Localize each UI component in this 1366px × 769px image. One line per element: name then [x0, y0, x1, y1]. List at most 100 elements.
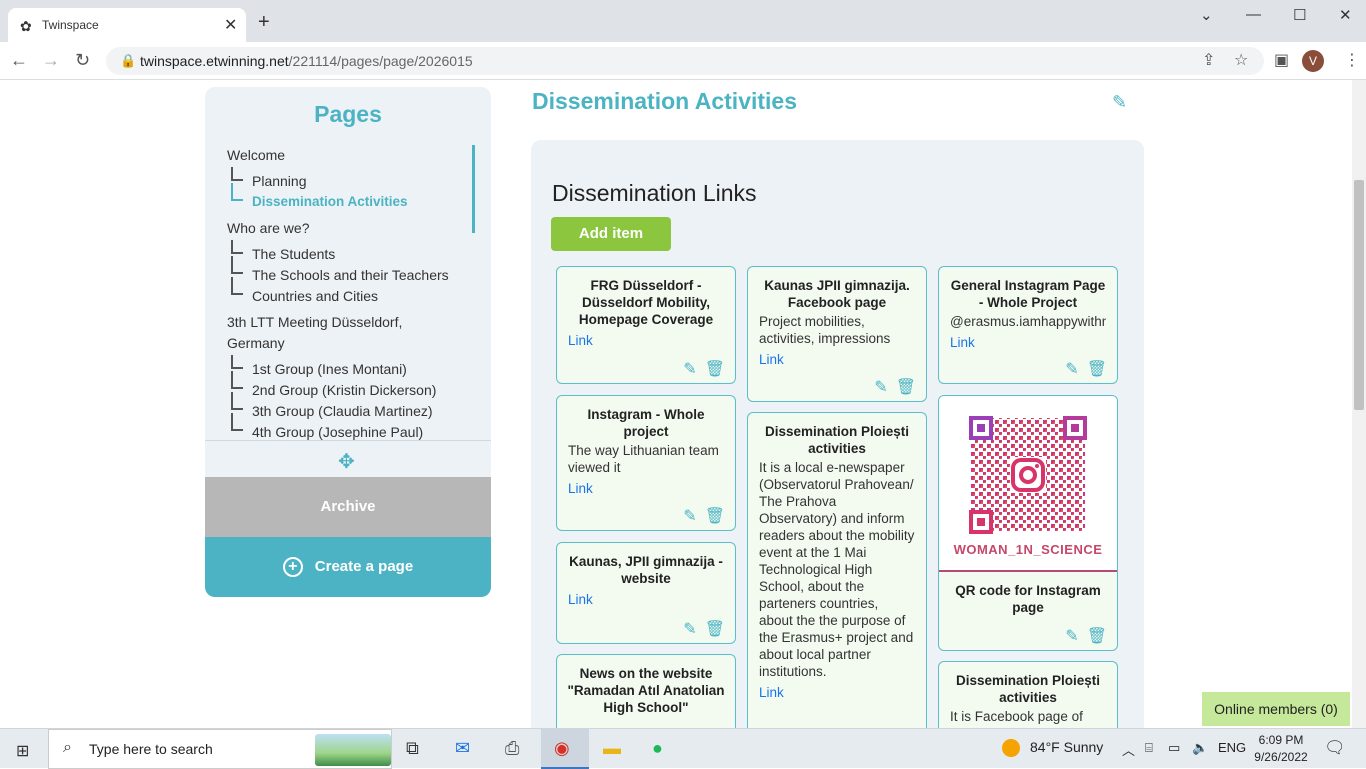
profile-avatar[interactable]: V: [1302, 50, 1324, 72]
link-card: Dissemination Ploiești activities It is …: [938, 661, 1118, 728]
tree-item[interactable]: 2nd Group (Kristin Dickerson): [252, 382, 436, 398]
tree-item[interactable]: Countries and Cities: [252, 288, 378, 304]
tree-item[interactable]: The Schools and their Teachers: [252, 267, 449, 283]
search-icon: ⌕: [63, 739, 72, 756]
battery-icon[interactable]: ▭: [1168, 740, 1180, 756]
card-title: Kaunas, JPII gimnazija - website: [569, 554, 723, 586]
taskbar-search-box[interactable]: ⌕ Type here to search: [48, 729, 392, 769]
volume-icon[interactable]: 🔈: [1192, 740, 1208, 756]
bookmark-star-icon[interactable]: ☆: [1234, 50, 1248, 70]
card-link[interactable]: Link: [950, 334, 1106, 351]
add-item-button[interactable]: Add item: [551, 217, 671, 251]
input-language[interactable]: ENG: [1218, 740, 1246, 755]
trash-icon[interactable]: 🗑: [705, 621, 725, 638]
tree-item[interactable]: 4th Group (Josephine Paul): [252, 424, 423, 440]
create-page-button[interactable]: + Create a page: [205, 537, 491, 597]
card-link[interactable]: Link: [568, 591, 724, 608]
tree-item[interactable]: 3th Group (Claudia Martinez): [252, 403, 433, 419]
edit-pencil-icon[interactable]: ✎: [1065, 361, 1078, 378]
tab-search-chevron-icon[interactable]: ⌄: [1200, 6, 1213, 24]
trash-icon[interactable]: 🗑: [896, 379, 916, 396]
archive-label: Archive: [320, 498, 376, 515]
card-description: It is Facebook page of: [950, 709, 1083, 724]
edit-page-pencil-icon[interactable]: ✎: [1112, 92, 1127, 113]
card-link[interactable]: Link: [759, 684, 915, 701]
file-explorer-icon[interactable]: ▬: [603, 738, 621, 759]
tree-item[interactable]: 3th LTT Meeting Düsseldorf,: [227, 314, 402, 330]
browser-tab[interactable]: ✿ Twinspace ✕: [8, 8, 246, 42]
chrome-icon[interactable]: ◉: [554, 738, 570, 759]
search-highlight-image: [315, 734, 391, 766]
tray-chevron-icon[interactable]: ︿: [1122, 740, 1135, 759]
back-icon[interactable]: ←: [10, 50, 28, 71]
edit-pencil-icon[interactable]: ✎: [874, 379, 887, 396]
maximize-icon[interactable]: ☐: [1293, 6, 1306, 24]
tree-item[interactable]: Germany: [227, 335, 285, 351]
meet-now-icon[interactable]: ⌸: [1145, 740, 1153, 756]
edit-pencil-icon[interactable]: ✎: [683, 361, 696, 378]
tree-item-active[interactable]: Dissemination Activities: [252, 194, 408, 209]
notifications-icon[interactable]: 🗨: [1324, 738, 1346, 758]
online-members-button[interactable]: Online members (0): [1202, 692, 1350, 726]
qr-image-label: WOMAN_1N_SCIENCE: [953, 542, 1103, 557]
weather-widget[interactable]: 84°F Sunny: [1002, 739, 1103, 758]
tree-branch-line: [231, 355, 243, 369]
side-panel-icon[interactable]: ▣: [1274, 50, 1289, 70]
card-description: The way Lithuanian team viewed it: [568, 443, 719, 475]
scrollbar-thumb[interactable]: [1354, 180, 1364, 410]
edit-pencil-icon[interactable]: ✎: [683, 508, 696, 525]
move-arrows-icon[interactable]: ✥: [338, 449, 355, 474]
mail-icon[interactable]: ✉: [455, 738, 470, 759]
printer-app-icon[interactable]: ⎙: [505, 738, 519, 759]
reload-icon[interactable]: ↻: [75, 50, 90, 71]
tree-scroll-indicator[interactable]: [472, 145, 475, 233]
address-bar[interactable]: 🔒 twinspace.etwinning.net/221114/pages/p…: [106, 47, 1264, 75]
tree-item[interactable]: Planning: [252, 173, 307, 189]
link-card: General Instagram Page - Whole Project @…: [938, 266, 1118, 384]
tree-branch-line: [231, 413, 243, 431]
share-icon[interactable]: ⇪: [1202, 50, 1215, 70]
edit-pencil-icon[interactable]: ✎: [1065, 628, 1078, 645]
archive-button[interactable]: Archive: [205, 477, 491, 537]
card-description: It is a local e-newspaper (Observatorul …: [759, 460, 915, 679]
tree-branch-line: [231, 371, 243, 389]
qr-code-image[interactable]: WOMAN_1N_SCIENCE: [939, 396, 1117, 572]
tab-close-icon[interactable]: ✕: [224, 15, 237, 35]
browser-toolbar: ← → ↻ 🔒 twinspace.etwinning.net/221114/p…: [0, 42, 1366, 80]
tab-strip: ✿ Twinspace ✕ + ⌄ — ☐ ✕: [0, 0, 1366, 42]
tree-branch-line: [231, 392, 243, 410]
tree-branch-line: [231, 277, 243, 295]
tree-branch-line: [231, 167, 243, 181]
page-scrollbar[interactable]: [1352, 80, 1366, 728]
spotify-icon[interactable]: ●: [652, 738, 663, 759]
minimize-icon[interactable]: —: [1246, 6, 1261, 23]
menu-kebab-icon[interactable]: ⋮: [1344, 50, 1360, 70]
windows-start-icon[interactable]: ⊞: [16, 741, 29, 761]
close-window-icon[interactable]: ✕: [1339, 6, 1352, 24]
trash-icon[interactable]: 🗑: [1087, 628, 1107, 645]
trash-icon[interactable]: 🗑: [705, 361, 725, 378]
card-actions: ✎ 🗑: [675, 506, 725, 526]
card-title: General Instagram Page - Whole Project: [950, 278, 1106, 310]
task-view-icon[interactable]: ⧉: [406, 738, 419, 759]
edit-pencil-icon[interactable]: ✎: [683, 621, 696, 638]
sidebar-title: Pages: [314, 101, 382, 127]
pages-sidebar: Pages Welcome Planning Dissemination Act…: [205, 87, 491, 597]
tree-item[interactable]: Welcome: [227, 147, 285, 163]
browser-chrome: ✿ Twinspace ✕ + ⌄ — ☐ ✕ ← → ↻ 🔒 twinspac…: [0, 0, 1366, 80]
card-link[interactable]: Link: [568, 332, 724, 349]
card-actions: ✎ 🗑: [675, 359, 725, 379]
trash-icon[interactable]: 🗑: [1087, 361, 1107, 378]
card-link[interactable]: Link: [759, 351, 915, 368]
system-clock[interactable]: 6:09 PM 9/26/2022: [1250, 732, 1312, 766]
clock-time: 6:09 PM: [1258, 733, 1304, 747]
tree-item[interactable]: Who are we?: [227, 220, 309, 236]
tree-item[interactable]: 1st Group (Ines Montani): [252, 361, 407, 377]
tree-item[interactable]: The Students: [252, 246, 335, 262]
trash-icon[interactable]: 🗑: [705, 508, 725, 525]
card-link[interactable]: Link: [568, 480, 724, 497]
forward-icon[interactable]: →: [42, 50, 60, 71]
tree-branch-line: [231, 256, 243, 274]
new-tab-icon[interactable]: +: [258, 12, 270, 32]
divider: [205, 440, 491, 441]
